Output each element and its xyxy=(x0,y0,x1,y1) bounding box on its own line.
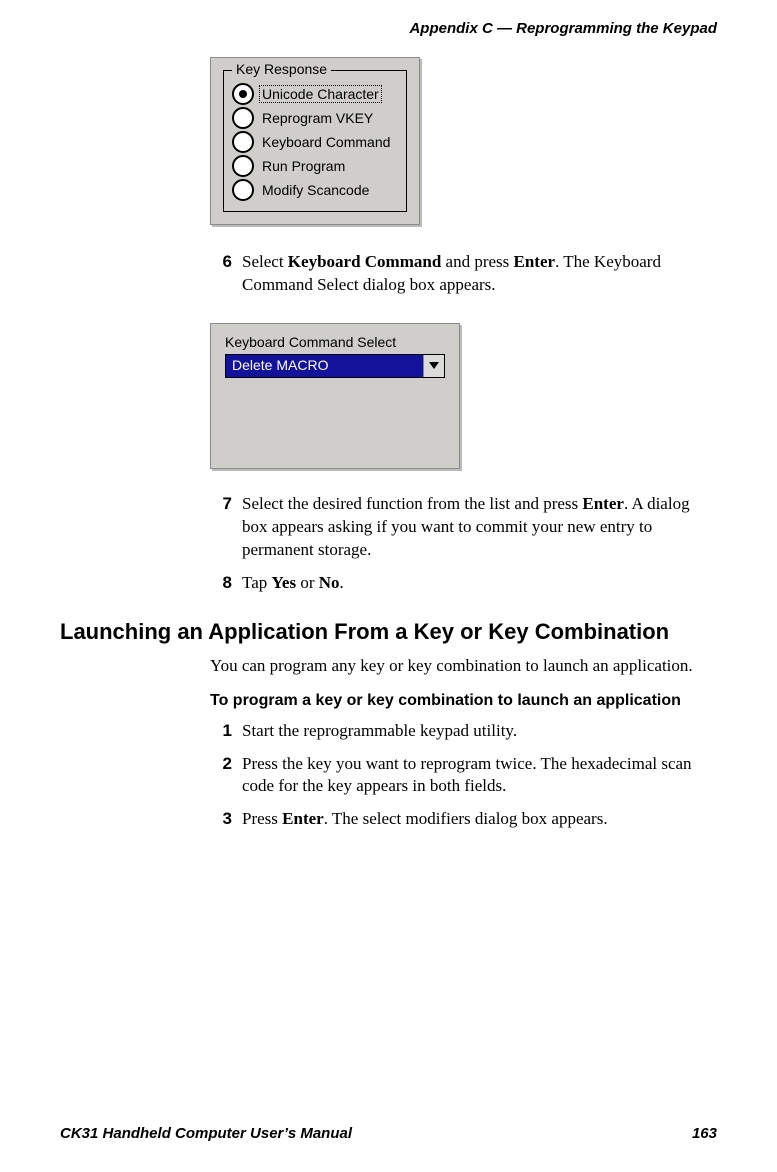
radio-option[interactable]: Keyboard Command xyxy=(232,131,392,153)
groupbox-legend: Key Response xyxy=(232,61,331,77)
footer-page-number: 163 xyxy=(692,1125,717,1142)
enter-bold: Enter xyxy=(282,809,324,828)
t: Select xyxy=(242,252,288,271)
radio-option[interactable]: Unicode Character xyxy=(232,83,392,105)
step-number: 1 xyxy=(210,720,232,743)
step-text: Tap Yes or No. xyxy=(242,572,717,595)
key-response-groupbox: Key Response Unicode CharacterReprogram … xyxy=(223,70,407,212)
radio-label: Keyboard Command xyxy=(260,134,392,150)
combo-selected-value: Delete MACRO xyxy=(226,355,423,377)
sub-step-1: 1 Start the reprogrammable keypad utilit… xyxy=(210,720,717,743)
radio-option[interactable]: Reprogram VKEY xyxy=(232,107,392,129)
step-text: Press Enter. The select modifiers dialog… xyxy=(242,808,717,831)
t: Tap xyxy=(242,573,272,592)
radio-button-icon xyxy=(232,155,254,177)
radio-button-icon xyxy=(232,107,254,129)
enter-bold: Enter xyxy=(514,252,556,271)
radio-option[interactable]: Run Program xyxy=(232,155,392,177)
step-number: 7 xyxy=(210,493,232,562)
step-number: 6 xyxy=(210,251,232,297)
chevron-down-icon xyxy=(429,362,439,370)
step-7: 7 Select the desired function from the l… xyxy=(210,493,717,562)
footer-manual-title: CK31 Handheld Computer User’s Manual xyxy=(60,1125,352,1142)
t: or xyxy=(296,573,319,592)
combo-dropdown-button[interactable] xyxy=(423,355,444,377)
radio-label: Modify Scancode xyxy=(260,182,371,198)
section-intro-paragraph: You can program any key or key combinati… xyxy=(210,655,717,678)
t: and press xyxy=(441,252,513,271)
section-heading-launching-app: Launching an Application From a Key or K… xyxy=(60,619,717,645)
radio-option[interactable]: Modify Scancode xyxy=(232,179,392,201)
yes-bold: Yes xyxy=(272,573,297,592)
step-6: 6 Select Keyboard Command and press Ente… xyxy=(210,251,717,297)
step-number: 8 xyxy=(210,572,232,595)
enter-bold: Enter xyxy=(582,494,624,513)
no-bold: No xyxy=(319,573,340,592)
step-text: Select Keyboard Command and press Enter.… xyxy=(242,251,717,297)
step-text: Start the reprogrammable keypad utility. xyxy=(242,720,717,743)
page-header-appendix: Appendix C — Reprogramming the Keypad xyxy=(60,20,717,37)
step-number: 3 xyxy=(210,808,232,831)
key-response-dialog: Key Response Unicode Character Reprogram … xyxy=(210,57,420,225)
radio-button-icon xyxy=(232,83,254,105)
step-number: 2 xyxy=(210,753,232,799)
procedure-subheading: To program a key or key combination to l… xyxy=(210,692,717,710)
t: . xyxy=(340,573,344,592)
radio-button-icon xyxy=(232,179,254,201)
t: . The select modifiers dialog box appear… xyxy=(324,809,608,828)
radio-button-icon xyxy=(232,131,254,153)
sub-step-3: 3 Press Enter. The select modifiers dial… xyxy=(210,808,717,831)
command-select-combobox[interactable]: Delete MACRO xyxy=(225,354,445,378)
sub-step-2: 2 Press the key you want to reprogram tw… xyxy=(210,753,717,799)
keyboard-command-bold: Keyboard Command xyxy=(288,252,441,271)
radio-label: Unicode Character xyxy=(260,86,381,102)
combo-label: Keyboard Command Select xyxy=(225,334,445,350)
radio-label: Run Program xyxy=(260,158,347,174)
t: Press xyxy=(242,809,282,828)
step-text: Select the desired function from the lis… xyxy=(242,493,717,562)
keyboard-command-select-dialog: Keyboard Command Select Delete MACRO xyxy=(210,323,460,469)
radio-label: Reprogram VKEY xyxy=(260,110,375,126)
t: Select the desired function from the lis… xyxy=(242,494,582,513)
step-text: Press the key you want to reprogram twic… xyxy=(242,753,717,799)
step-8: 8 Tap Yes or No. xyxy=(210,572,717,595)
